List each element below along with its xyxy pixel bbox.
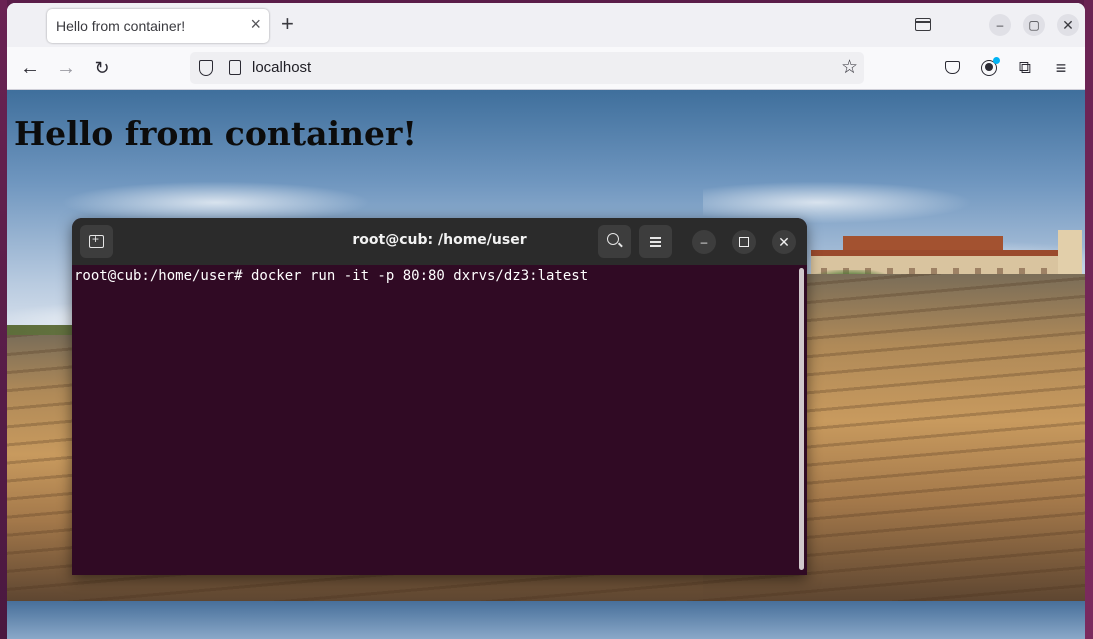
forward-icon[interactable]: → <box>53 55 79 81</box>
terminal-window: root@cub: /home/user – ✕ root@cub:/home/… <box>72 218 807 575</box>
desktop-background-right <box>1084 0 1093 639</box>
account-icon[interactable] <box>977 56 1001 80</box>
navigation-toolbar: ← → ↻ localhost ☆ ⧉ ≡ <box>7 47 1085 90</box>
url-text[interactable]: localhost <box>252 59 311 76</box>
browser-tab[interactable]: Hello from container! × <box>47 9 269 43</box>
tab-bar: Hello from container! × + – ▢ ✕ <box>7 3 1085 47</box>
terminal-close-button[interactable]: ✕ <box>772 230 796 254</box>
page-icon[interactable] <box>229 60 241 75</box>
tab-list-icon[interactable] <box>915 18 931 31</box>
maximize-button[interactable]: ▢ <box>1023 14 1045 36</box>
terminal-headerbar: root@cub: /home/user – ✕ <box>72 218 807 265</box>
terminal-prompt-line: root@cub:/home/user# docker run -it -p 8… <box>74 268 589 284</box>
menu-icon[interactable]: ≡ <box>1049 56 1073 80</box>
tab-title: Hello from container! <box>56 18 186 34</box>
address-bar[interactable]: localhost ☆ <box>190 52 864 84</box>
terminal-output[interactable]: root@cub:/home/user# docker run -it -p 8… <box>72 265 807 575</box>
extensions-icon[interactable]: ⧉ <box>1013 56 1037 80</box>
terminal-scrollbar[interactable] <box>799 268 804 570</box>
back-icon[interactable]: ← <box>17 55 43 81</box>
terminal-maximize-button[interactable] <box>732 230 756 254</box>
pocket-icon[interactable] <box>940 56 964 80</box>
page-heading: Hello from container! <box>14 114 417 153</box>
shield-icon[interactable] <box>199 60 213 76</box>
background-image-tile <box>7 601 703 639</box>
reload-icon[interactable]: ↻ <box>89 55 115 81</box>
star-icon[interactable]: ☆ <box>841 56 858 79</box>
new-tab-button[interactable]: + <box>281 12 294 36</box>
background-image-tile <box>703 601 1085 639</box>
tab-close-icon[interactable]: × <box>250 14 261 35</box>
close-button[interactable]: ✕ <box>1057 14 1079 36</box>
menu-icon[interactable] <box>639 225 672 258</box>
terminal-minimize-button[interactable]: – <box>692 230 716 254</box>
search-icon[interactable] <box>598 225 631 258</box>
desktop-background-left <box>0 0 7 639</box>
minimize-button[interactable]: – <box>989 14 1011 36</box>
